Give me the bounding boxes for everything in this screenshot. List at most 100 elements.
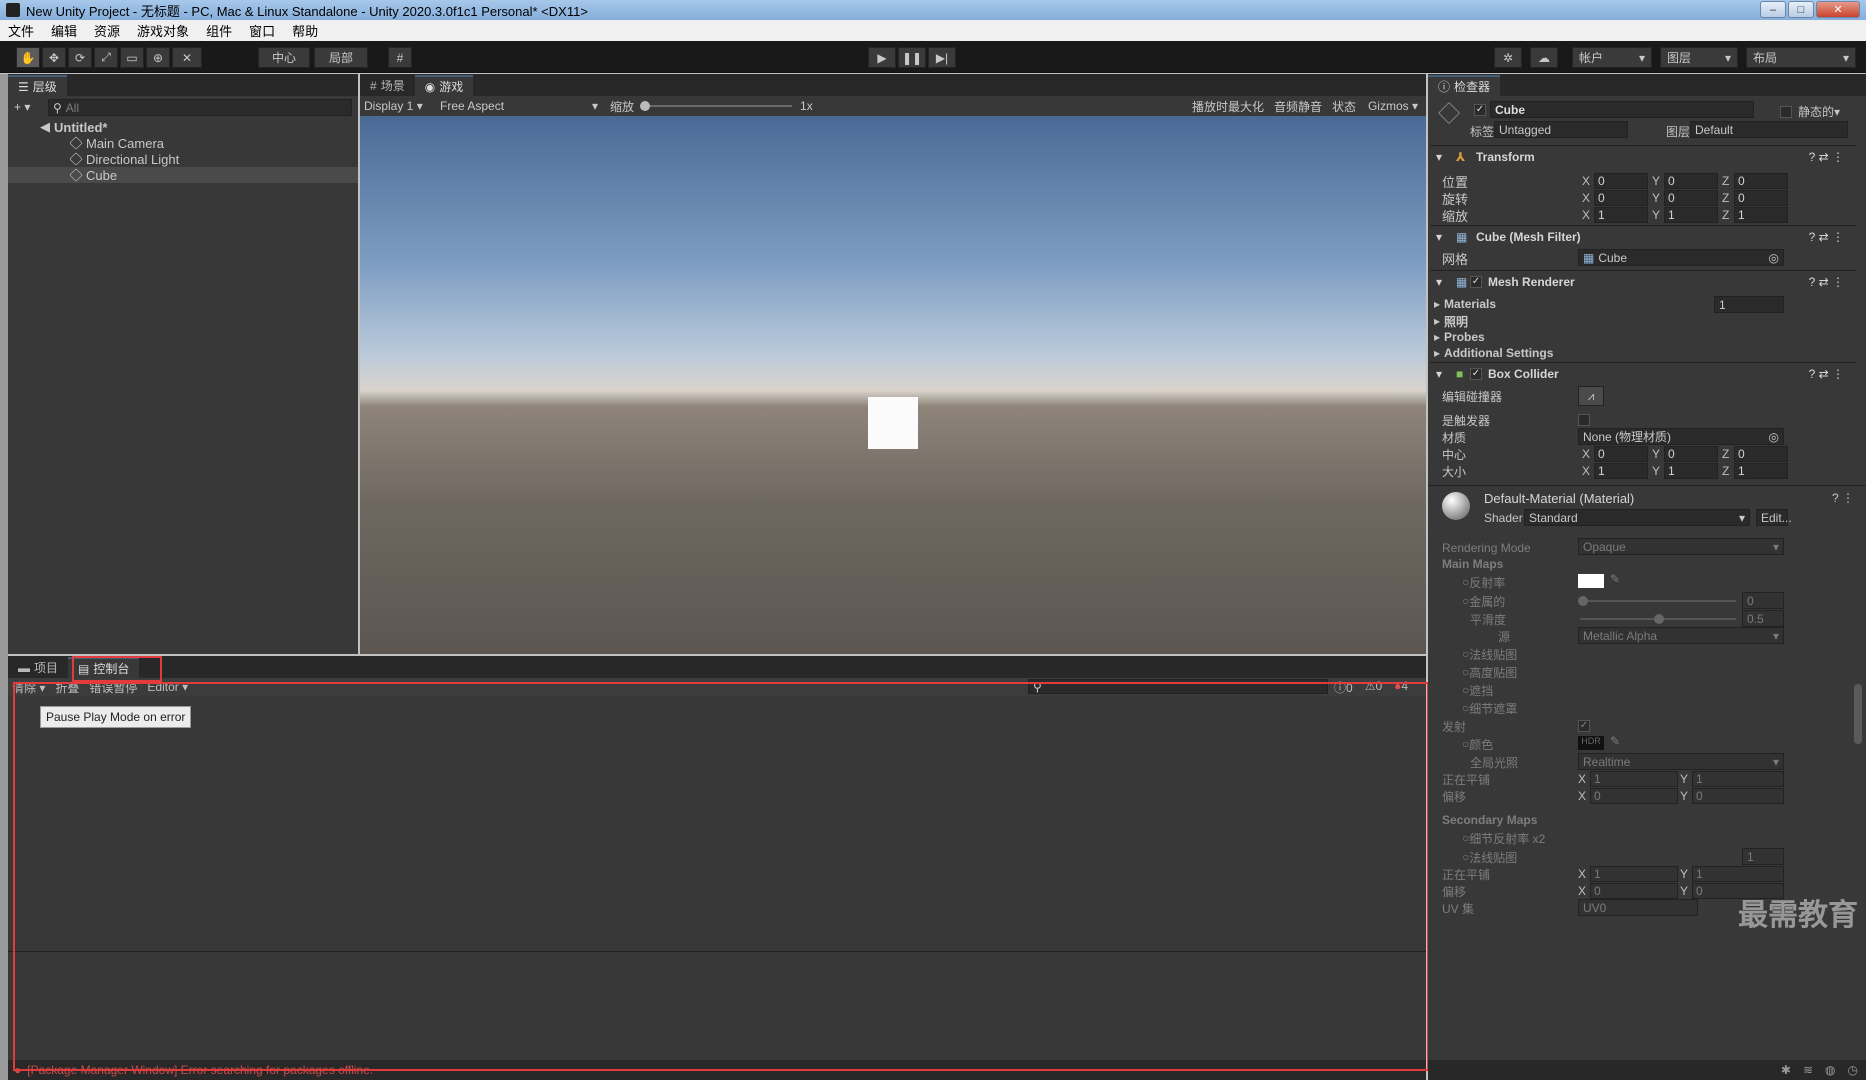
menu-file[interactable]: 文件 (8, 21, 34, 40)
albedo-color-swatch[interactable] (1578, 574, 1604, 588)
object-picker-icon[interactable]: ◎ (1769, 251, 1779, 265)
object-name-input[interactable]: Cube (1490, 101, 1754, 118)
rendering-mode-dropdown[interactable]: Opaque ▾ (1578, 538, 1784, 555)
materials-count-input[interactable]: 1 (1714, 296, 1784, 313)
is-trigger-checkbox[interactable] (1578, 414, 1590, 426)
slider-handle[interactable] (1578, 596, 1588, 606)
eyedropper-icon[interactable]: ✎ (1610, 572, 1620, 586)
offset-x-value[interactable]: 0 (1590, 788, 1678, 804)
cloud-icon[interactable]: ☁ (1530, 47, 1558, 68)
hdr-color-swatch[interactable]: HDR (1578, 736, 1604, 750)
help-settings-menu-icons[interactable]: ? ⇄ ⋮ (1809, 150, 1844, 164)
tiling-2-y-value[interactable]: 1 (1692, 866, 1784, 882)
tiling-2-y[interactable]: Y1 (1680, 866, 1784, 882)
probes-foldout[interactable]: ▸ Probes (1434, 329, 1485, 345)
edit-collider-button[interactable]: ⩘ (1578, 386, 1604, 406)
rotation-x-value[interactable]: 0 (1594, 190, 1648, 206)
layer-dropdown[interactable]: Default (1690, 121, 1848, 138)
custom-tool-icon[interactable]: ✕ (172, 47, 202, 68)
scale-slider[interactable] (640, 101, 793, 111)
center-x-value[interactable]: 0 (1594, 446, 1648, 462)
center-y[interactable]: Y0 (1652, 446, 1718, 462)
size-y[interactable]: Y1 (1652, 463, 1718, 479)
position-z-value[interactable]: 0 (1734, 173, 1788, 189)
maximize-on-play-toggle[interactable]: 播放时最大化 (1192, 98, 1264, 115)
metallic-value[interactable]: 0 (1742, 592, 1784, 609)
position-z[interactable]: Z0 (1722, 173, 1788, 189)
offset-2-x[interactable]: X0 (1578, 883, 1678, 899)
rotation-y[interactable]: Y0 (1652, 190, 1718, 206)
position-y-value[interactable]: 0 (1664, 173, 1718, 189)
static-checkbox[interactable] (1780, 105, 1792, 118)
center-z[interactable]: Z0 (1722, 446, 1788, 462)
offset-x[interactable]: X0 (1578, 788, 1678, 804)
scale-z-value[interactable]: 1 (1734, 207, 1788, 223)
position-x[interactable]: X0 (1582, 173, 1648, 189)
tiling-y[interactable]: Y1 (1680, 771, 1784, 787)
pivot-center-button[interactable]: 中心 (258, 47, 310, 68)
rotation-z[interactable]: Z0 (1722, 190, 1788, 206)
metallic-slider[interactable] (1578, 596, 1736, 606)
grid-snap-icon[interactable]: # (388, 47, 412, 68)
size-z[interactable]: Z1 (1722, 463, 1788, 479)
uv-set-dropdown[interactable]: UV0 (1578, 899, 1698, 916)
hierarchy-item-main-camera[interactable]: Main Camera (8, 135, 358, 151)
size-x-value[interactable]: 1 (1594, 463, 1648, 479)
step-button[interactable]: ▶| (928, 47, 956, 68)
account-dropdown[interactable]: 帐户 ▾ (1572, 47, 1652, 68)
normal-map-2-value[interactable]: 1 (1742, 848, 1784, 865)
maximize-button[interactable]: □ (1788, 1, 1814, 18)
size-x[interactable]: X1 (1582, 463, 1648, 479)
eyedropper-icon[interactable]: ✎ (1610, 734, 1620, 748)
layers-icon[interactable]: ≋ (1803, 1063, 1813, 1077)
scale-z[interactable]: Z1 (1722, 207, 1788, 223)
scale-tool-icon[interactable]: ⤢ (94, 47, 118, 68)
shader-dropdown[interactable]: Standard ▾ (1524, 509, 1750, 526)
scale-x-value[interactable]: 1 (1594, 207, 1648, 223)
static-toggle[interactable]: 静态的 ▾ (1780, 103, 1840, 120)
scene-row[interactable]: ◀ Untitled* (8, 119, 358, 135)
pause-button[interactable]: ❚❚ (898, 47, 926, 68)
hierarchy-item-directional-light[interactable]: Directional Light (8, 151, 358, 167)
center-x[interactable]: X0 (1582, 446, 1648, 462)
tag-dropdown[interactable]: Untagged (1494, 121, 1628, 138)
move-tool-icon[interactable]: ✥ (42, 47, 66, 68)
hierarchy-item-cube[interactable]: Cube (8, 167, 358, 183)
offset-y-value[interactable]: 0 (1692, 788, 1784, 804)
size-y-value[interactable]: 1 (1664, 463, 1718, 479)
help-settings-menu-icons[interactable]: ? ⇄ ⋮ (1809, 275, 1844, 289)
menu-assets[interactable]: 资源 (94, 21, 120, 40)
tab-scene[interactable]: # 场景 (360, 75, 415, 96)
meshrenderer-header[interactable]: ▾ ▦ ✓ Mesh Renderer ? ⇄ ⋮ (1430, 270, 1856, 292)
add-button[interactable]: + ▾ (14, 100, 40, 116)
close-button[interactable]: ✕ (1816, 1, 1860, 18)
gizmos-dropdown[interactable]: Gizmos ▾ (1368, 99, 1418, 113)
boxcollider-header[interactable]: ▾ ■ ✓ Box Collider ? ⇄ ⋮ (1430, 362, 1856, 384)
boxcollider-enabled-checkbox[interactable]: ✓ (1470, 367, 1482, 380)
center-y-value[interactable]: 0 (1664, 446, 1718, 462)
minimize-button[interactable]: – (1760, 1, 1786, 18)
slider-handle[interactable] (640, 101, 651, 111)
shader-edit-button[interactable]: Edit... (1756, 509, 1792, 526)
cache-icon[interactable]: ◍ (1825, 1063, 1835, 1077)
center-z-value[interactable]: 0 (1734, 446, 1788, 462)
offset-2-x-value[interactable]: 0 (1590, 883, 1678, 899)
layers-dropdown[interactable]: 图层 ▾ (1660, 47, 1738, 68)
game-viewport[interactable] (360, 116, 1426, 654)
tiling-x[interactable]: X1 (1578, 771, 1678, 787)
bug-icon[interactable]: ✱ (1781, 1063, 1791, 1077)
rotate-tool-icon[interactable]: ⟳ (68, 47, 92, 68)
menu-gameobject[interactable]: 游戏对象 (137, 21, 189, 40)
tiling-y-value[interactable]: 1 (1692, 771, 1784, 787)
materials-foldout[interactable]: ▸ Materials (1434, 296, 1496, 312)
rotation-x[interactable]: X0 (1582, 190, 1648, 206)
meshrenderer-enabled-checkbox[interactable]: ✓ (1470, 275, 1482, 288)
play-button[interactable]: ▶ (868, 47, 896, 68)
tiling-2-x[interactable]: X1 (1578, 866, 1678, 882)
additional-settings-foldout[interactable]: ▸ Additional Settings (1434, 345, 1553, 361)
layout-dropdown[interactable]: 布局 ▾ (1746, 47, 1856, 68)
gi-dropdown[interactable]: Realtime ▾ (1578, 753, 1784, 770)
hierarchy-search-input[interactable]: ⚲ All (48, 99, 352, 116)
position-y[interactable]: Y0 (1652, 173, 1718, 189)
tab-project[interactable]: ▬ 项目 (8, 657, 68, 678)
